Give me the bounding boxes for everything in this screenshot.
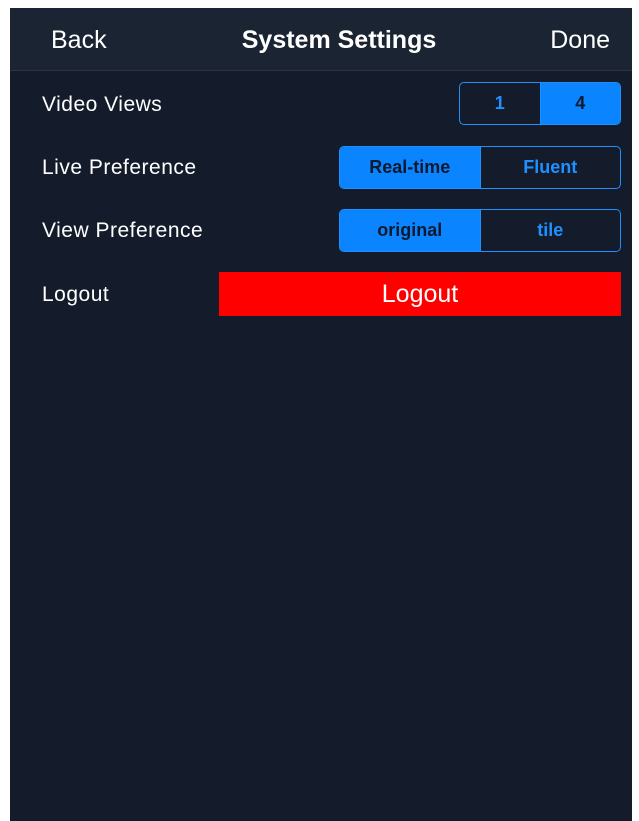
video-views-segmented-control: 1 4 xyxy=(459,82,621,125)
video-views-label: Video Views xyxy=(42,93,163,116)
live-preference-option-realtime[interactable]: Real-time xyxy=(340,147,480,188)
logout-button[interactable]: Logout xyxy=(219,272,621,316)
view-preference-option-original[interactable]: original xyxy=(340,210,480,251)
settings-screen: Back System Settings Done Video Views 1 … xyxy=(10,8,632,821)
done-button[interactable]: Done xyxy=(550,25,610,55)
view-preference-label: View Preference xyxy=(42,219,204,242)
navigation-bar: Back System Settings Done xyxy=(10,8,632,71)
live-preference-option-fluent[interactable]: Fluent xyxy=(479,147,621,188)
live-preference-label: Live Preference xyxy=(42,156,197,179)
live-preference-segmented-control: Real-time Fluent xyxy=(339,146,621,189)
video-views-option-4[interactable]: 4 xyxy=(539,83,620,124)
view-preference-segmented-control: original tile xyxy=(339,209,621,252)
view-preference-option-tile[interactable]: tile xyxy=(479,210,621,251)
video-views-option-1[interactable]: 1 xyxy=(460,83,540,124)
page-title: System Settings xyxy=(241,26,437,54)
logout-label: Logout xyxy=(42,283,110,306)
